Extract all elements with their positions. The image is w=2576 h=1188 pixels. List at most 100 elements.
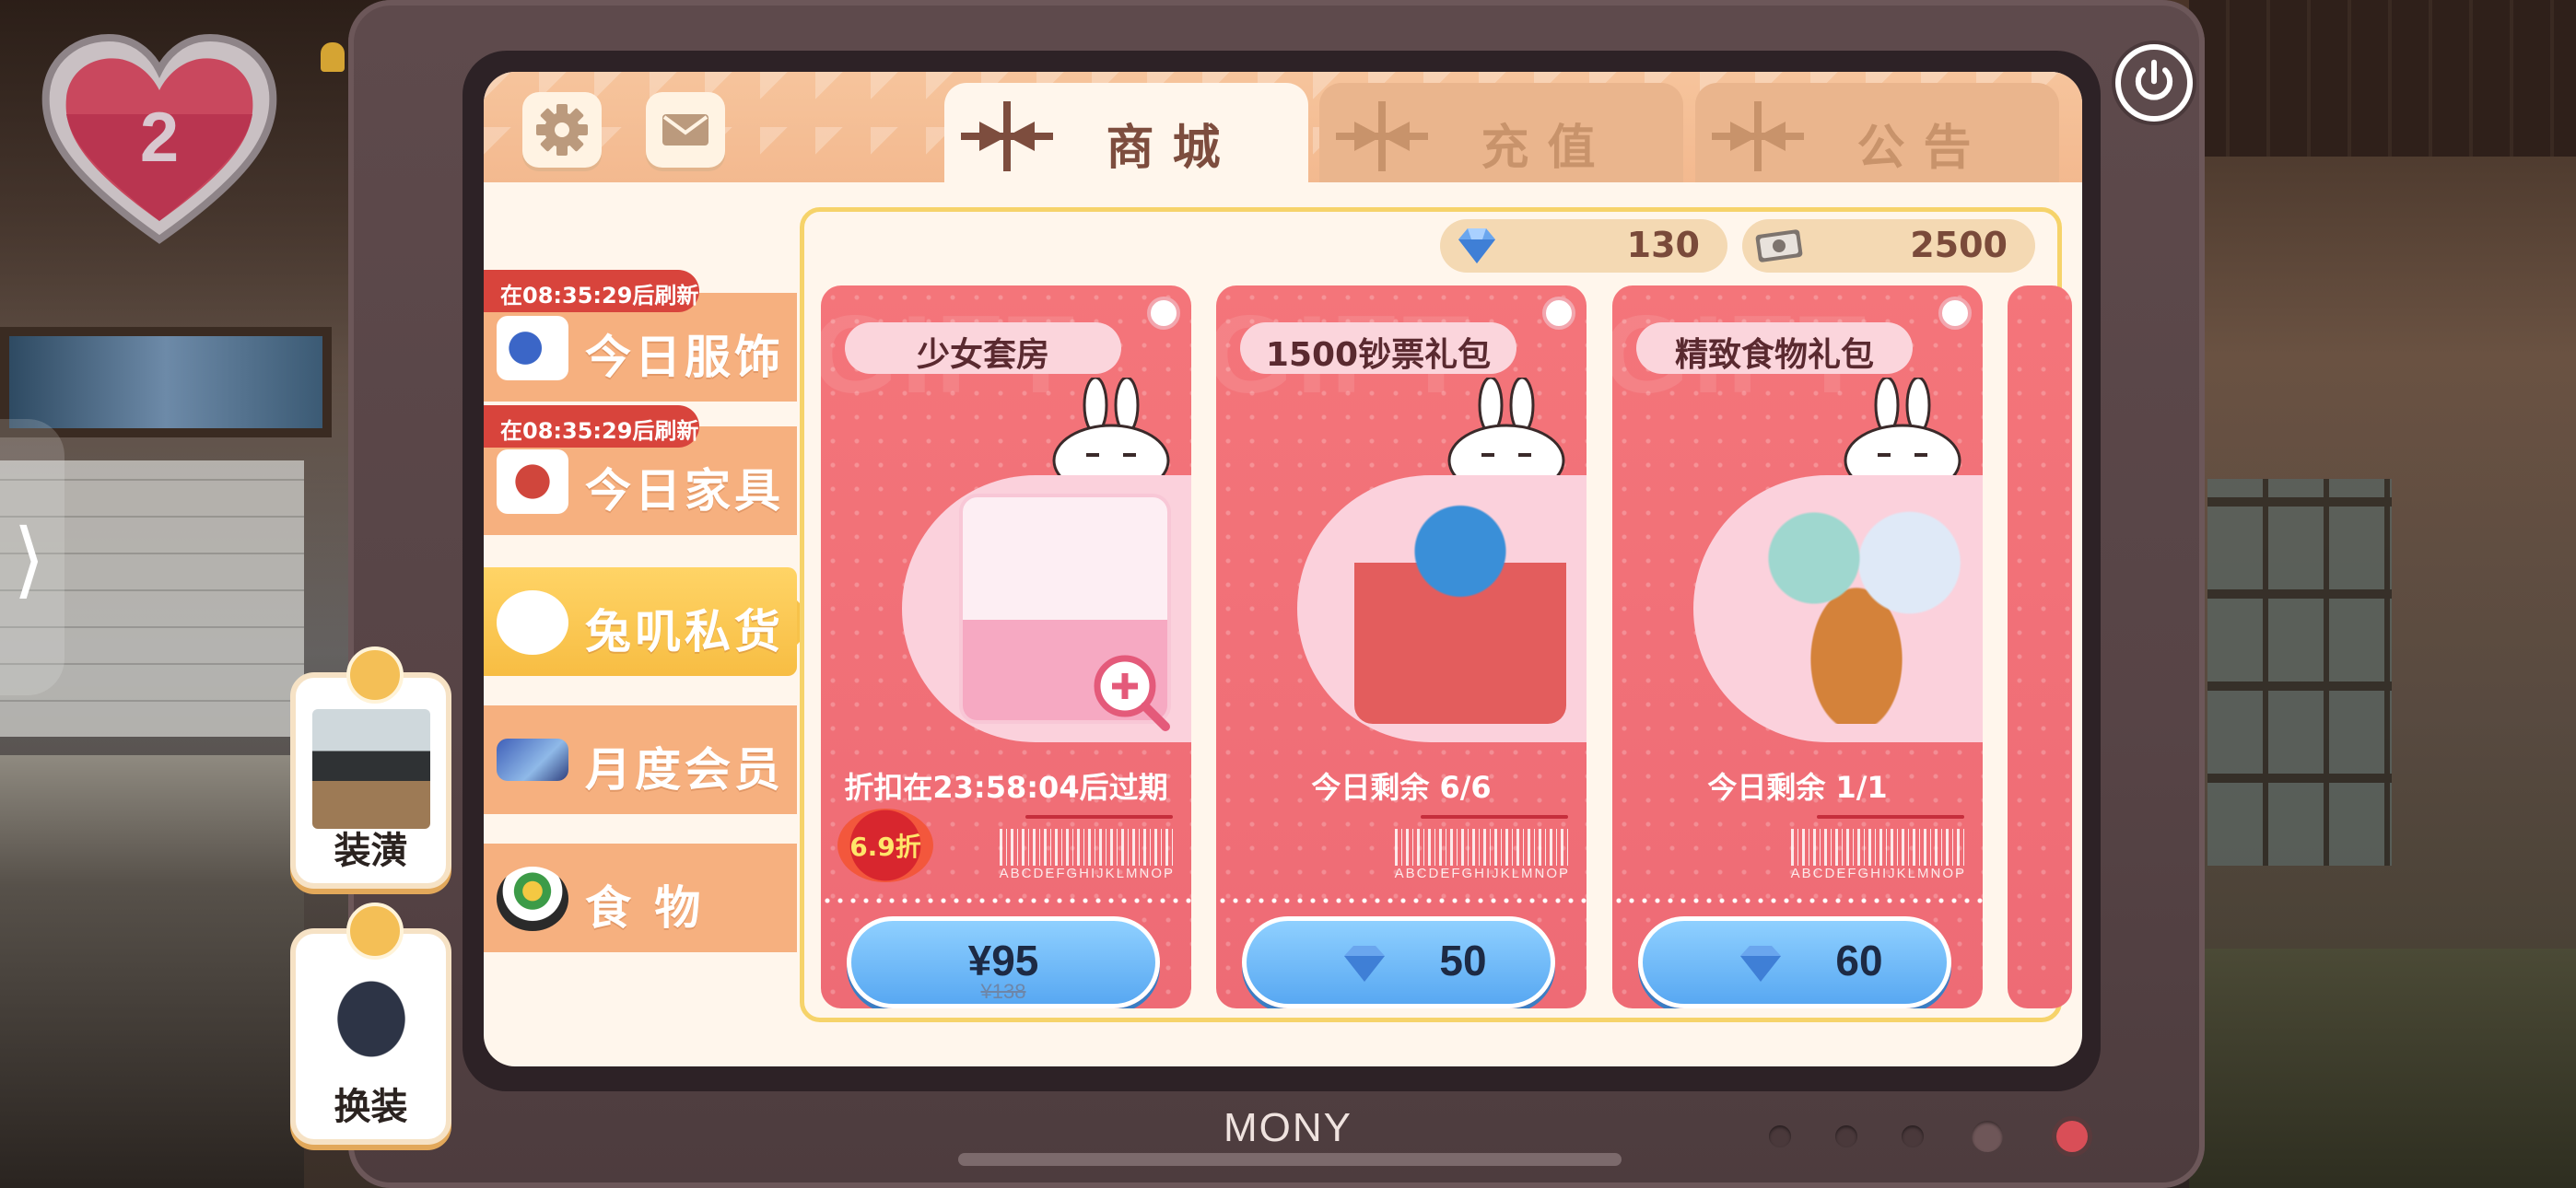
tab-recharge-label: 充值 [1481,121,1614,176]
furniture-icon [497,449,568,514]
product-panel: 130 2500 GIFT 少女套房 [800,207,2072,1022]
button-knob [346,646,404,704]
tab-shop[interactable]: 商城 [944,83,1308,182]
product-card[interactable]: GIFT 少女套房 折扣在23:58:04后过期 6.9折 AB [821,285,1191,1008]
bow-ribbon-icon [1712,101,1804,171]
gem-balance: 130 [1440,219,1727,273]
buy-button[interactable]: 60 [1638,916,1951,1008]
sidebar-item-food[interactable]: 食 物 [484,844,797,952]
diamond-icon [1458,228,1495,263]
banknote-icon [1755,229,1803,262]
product-card[interactable]: GIFT 1500钞票礼包 今日剩余 6/6 ABCDEFGHIJKLMNOP [1216,285,1587,1008]
product-title: 精致食物礼包 [1636,322,1913,374]
tv-indicator-dot [1835,1125,1857,1147]
perforation [821,898,1191,903]
cash-count: 2500 [1910,225,2008,265]
sidebar-item-label: 月度会员 [585,743,784,797]
bell-icon[interactable] [321,42,345,72]
tab-shop-label: 商城 [1106,121,1239,176]
mail-button[interactable] [646,92,725,168]
lives-count: 2 [139,99,180,177]
original-price: ¥138 [980,980,1026,1003]
uniform-thumbnail [312,965,430,1085]
tv-power-light [2056,1121,2088,1152]
food-bowl-icon [497,867,568,931]
discount-expiry-text: 折扣在23:58:04后过期 [844,770,1168,805]
zoom-in-icon[interactable] [1088,649,1171,732]
bunny-mascot-icon [1447,378,1565,479]
tv-brand-logo: MONY [1224,1105,1352,1150]
wall-shelf [2207,479,2392,866]
product-card[interactable]: GIFT 精致食物礼包 今日剩余 1/1 ABCDEFGHIJKLMNOP [1612,285,1983,1008]
barcode-icon [1000,829,1175,866]
living-room-background [2189,0,2576,1188]
card-hole [1542,297,1575,330]
barcode-text: ABCDEFGHIJKLMNOP [1790,866,1966,881]
card-hole [1938,297,1972,330]
tab-recharge[interactable]: 充值 [1319,83,1683,182]
discount-badge: 6.9折 [837,809,933,882]
price-label: ¥95 [967,937,1039,984]
card-icon [497,739,568,781]
barcode-icon [1791,829,1966,866]
tv-indicator-dot [1902,1125,1924,1147]
product-title: 1500钞票礼包 [1240,322,1516,374]
tab-notice[interactable]: 公告 [1695,83,2059,182]
product-card-partial[interactable] [2008,285,2072,1008]
shop-screen: 商城 充值 公告 今日服饰 在08:35:29后刷新 今日家具 在08:35:2… [484,72,2082,1066]
sidebar-item-label: 食 物 [585,881,705,935]
kitchen-thumbnail [312,709,430,829]
tv-indicator-dot [1769,1125,1791,1147]
refresh-timer-badge: 在08:35:29后刷新 [484,405,699,448]
decorate-button[interactable]: 装潢 [290,646,451,889]
chevron-right-icon: ⟩ [13,511,46,608]
card-hole [1147,297,1180,330]
barcode-icon [1395,829,1570,866]
bunny-mascot-icon [1844,378,1961,479]
power-button[interactable] [2115,44,2193,122]
gem-count: 130 [1626,225,1700,265]
settings-button[interactable] [522,92,602,168]
sidebar-item-label: 今日服饰 [585,331,784,384]
barcode-text: ABCDEFGHIJKLMNOP [1394,866,1570,881]
bow-ribbon-icon [961,101,1053,171]
clothes-icon [497,316,568,380]
lives-heart[interactable]: 2 [35,26,284,256]
tv-knob[interactable] [1972,1121,2003,1152]
mail-icon [662,114,708,146]
buy-button[interactable]: 50 [1242,916,1555,1008]
home-indicator-bar[interactable] [958,1153,1622,1166]
perforation [1612,898,1983,903]
buy-button[interactable]: ¥95 ¥138 [847,916,1160,1008]
divider [1025,815,1173,819]
sidebar-item-bunny-goods[interactable]: 兔叽私货 [484,567,819,676]
bunny-icon [497,590,568,655]
button-knob [346,903,404,960]
daily-remaining-text: 今日剩余 6/6 [1311,770,1492,805]
sidebar-item-monthly-membership[interactable]: 月度会员 [484,705,797,814]
price-label: 50 [1439,937,1487,984]
gear-icon [536,104,588,156]
divider [1421,815,1568,819]
decorate-label: 装潢 [334,830,408,872]
bow-ribbon-icon [1336,101,1428,171]
sidebar-item-label: 今日家具 [585,464,784,518]
bunny-mascot-icon [1052,378,1170,479]
food-platter-image [1751,494,1962,724]
daily-remaining-text: 今日剩余 1/1 [1707,770,1888,805]
tab-notice-label: 公告 [1856,121,1990,176]
sidebar-item-label: 兔叽私货 [585,605,784,658]
power-icon [2135,59,2173,100]
kitchen-window [0,327,332,437]
product-title: 少女套房 [845,322,1121,374]
divider [1817,815,1964,819]
price-label: 60 [1835,937,1883,984]
tatami-floor [2189,949,2576,1188]
barcode-text: ABCDEFGHIJKLMNOP [999,866,1175,881]
gift-box-image [1354,494,1566,724]
refresh-timer-badge: 在08:35:29后刷新 [484,270,699,312]
perforation [1216,898,1587,903]
expand-panel-button[interactable]: ⟩ [0,419,64,695]
ceiling-beams [2189,0,2576,157]
cash-balance: 2500 [1742,219,2035,273]
